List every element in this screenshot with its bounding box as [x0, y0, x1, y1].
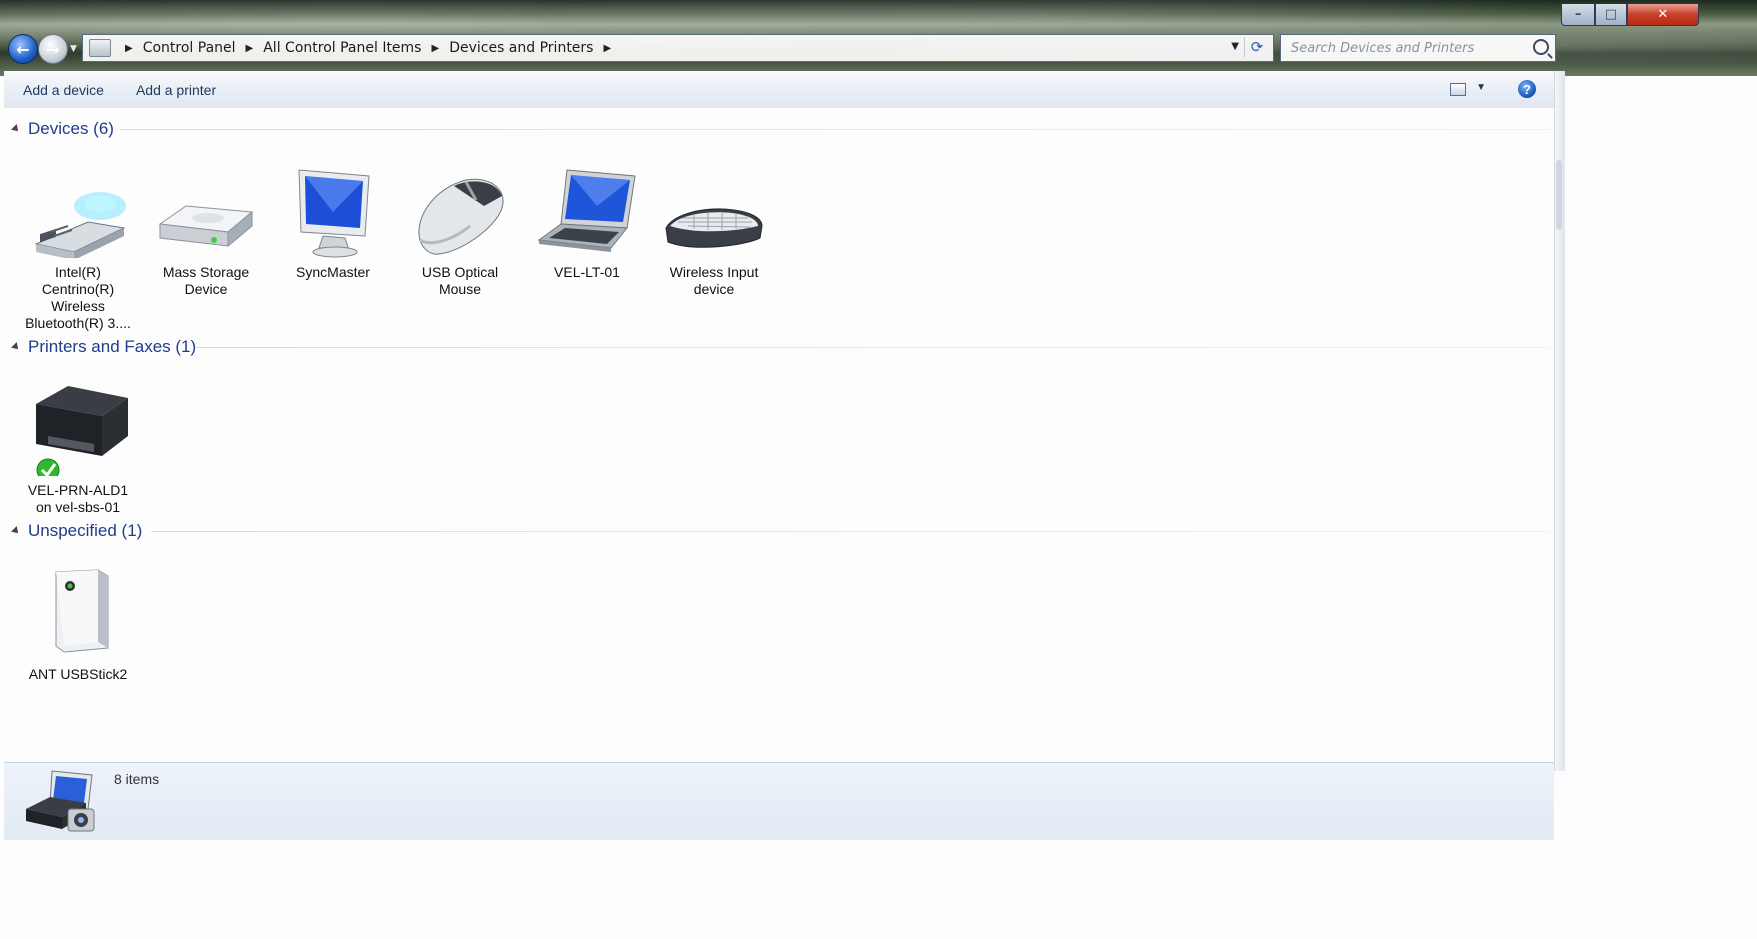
details-pane: 8 items: [4, 762, 1554, 840]
address-history-dropdown-icon[interactable]: ▼: [1231, 41, 1239, 52]
device-tile-bluetooth[interactable]: Intel(R) Centrino(R) Wireless Bluetooth(…: [23, 166, 133, 332]
devices-and-printers-window: – □ ✕ ← → ▼ ▶ Control Panel ▶ All Contro…: [0, 0, 1757, 939]
printer-name: VEL-PRN-ALD1 on vel-sbs-01: [27, 482, 129, 515]
mouse-icon: [410, 166, 510, 258]
group-header-unspecified[interactable]: Unspecified (1): [11, 520, 143, 542]
back-button[interactable]: ←: [8, 34, 38, 64]
command-toolbar: Add a device Add a printer ▼ ?: [4, 71, 1554, 109]
device-tile-usb-mouse[interactable]: USB Optical Mouse: [405, 166, 515, 298]
device-tile-syncmaster[interactable]: SyncMaster: [278, 166, 388, 281]
help-icon[interactable]: ?: [1518, 80, 1536, 98]
search-icon[interactable]: [1533, 39, 1549, 55]
devices-content-area: Devices (6) Intel(R) Centrino(R) Wireles…: [4, 108, 1554, 762]
devices-and-printers-icon: [22, 769, 102, 837]
device-tile-laptop[interactable]: VEL-LT-01: [532, 166, 642, 281]
device-name: Wireless Input device: [669, 264, 759, 297]
group-title-devices: Devices (6): [28, 119, 114, 138]
close-button[interactable]: ✕: [1626, 4, 1699, 26]
minimize-button[interactable]: –: [1561, 4, 1596, 26]
add-printer-button[interactable]: Add a printer: [120, 82, 232, 98]
group-divider: [151, 531, 1550, 532]
breadcrumb-devices-and-printers[interactable]: Devices and Printers: [449, 40, 593, 56]
refresh-icon[interactable]: ⟳: [1244, 37, 1269, 57]
address-bar[interactable]: ▶ Control Panel ▶ All Control Panel Item…: [82, 34, 1274, 62]
group-divider: [196, 347, 1550, 348]
laptop-icon: [537, 166, 637, 258]
keyboard-icon: [664, 166, 764, 258]
device-tile-wireless-input[interactable]: Wireless Input device: [659, 166, 769, 298]
device-name: USB Optical Mouse: [421, 264, 499, 297]
change-view-icon[interactable]: [1450, 83, 1466, 96]
recent-pages-dropdown-icon[interactable]: ▼: [70, 44, 77, 54]
breadcrumb-all-control-panel-items[interactable]: All Control Panel Items: [263, 40, 421, 56]
breadcrumb-separator-icon[interactable]: ▶: [431, 43, 439, 54]
hard-drive-icon: [156, 166, 256, 258]
back-arrow-icon: ←: [16, 39, 30, 59]
monitor-icon: [283, 166, 383, 258]
breadcrumb-separator-icon[interactable]: ▶: [125, 43, 133, 54]
scrollbar-thumb[interactable]: [1556, 160, 1562, 230]
device-tile-mass-storage[interactable]: Mass Storage Device: [151, 166, 261, 298]
device-name: VEL-LT-01: [554, 264, 620, 280]
printer-icon: [28, 354, 128, 482]
maximize-button[interactable]: □: [1595, 4, 1627, 26]
window-controls: – □ ✕: [1561, 4, 1699, 26]
generic-device-icon: [28, 568, 128, 660]
forward-arrow-icon: →: [46, 39, 60, 59]
group-title-printers: Printers and Faxes (1): [28, 337, 197, 356]
collapse-triangle-icon[interactable]: [11, 124, 21, 134]
device-tile-ant-usbstick2[interactable]: ANT USBStick2: [23, 568, 133, 683]
view-options-dropdown-icon[interactable]: ▼: [1476, 82, 1486, 93]
device-name: Mass Storage Device: [162, 264, 250, 297]
breadcrumb-control-panel[interactable]: Control Panel: [143, 40, 236, 56]
device-name: SyncMaster: [296, 264, 370, 280]
collapse-triangle-icon[interactable]: [11, 526, 21, 536]
group-title-unspecified: Unspecified (1): [28, 521, 143, 540]
collapse-triangle-icon[interactable]: [11, 342, 21, 352]
add-device-button[interactable]: Add a device: [4, 82, 120, 98]
breadcrumb-separator-icon[interactable]: ▶: [603, 43, 611, 54]
device-name: ANT USBStick2: [28, 666, 128, 682]
search-box: [1280, 34, 1556, 62]
control-panel-icon: [89, 39, 111, 57]
search-input[interactable]: [1289, 39, 1529, 57]
group-header-devices[interactable]: Devices (6): [11, 118, 114, 140]
printer-tile-vel-prn-ald1[interactable]: VEL-PRN-ALD1 on vel-sbs-01: [23, 354, 133, 516]
bluetooth-usb-adapter-icon: [28, 166, 128, 260]
group-divider: [120, 129, 1550, 130]
device-name: Intel(R) Centrino(R) Wireless Bluetooth(…: [25, 264, 131, 331]
forward-button[interactable]: →: [38, 34, 68, 64]
item-count: 8 items: [114, 771, 160, 787]
breadcrumb-separator-icon[interactable]: ▶: [246, 43, 254, 54]
group-header-printers[interactable]: Printers and Faxes (1): [11, 336, 197, 358]
